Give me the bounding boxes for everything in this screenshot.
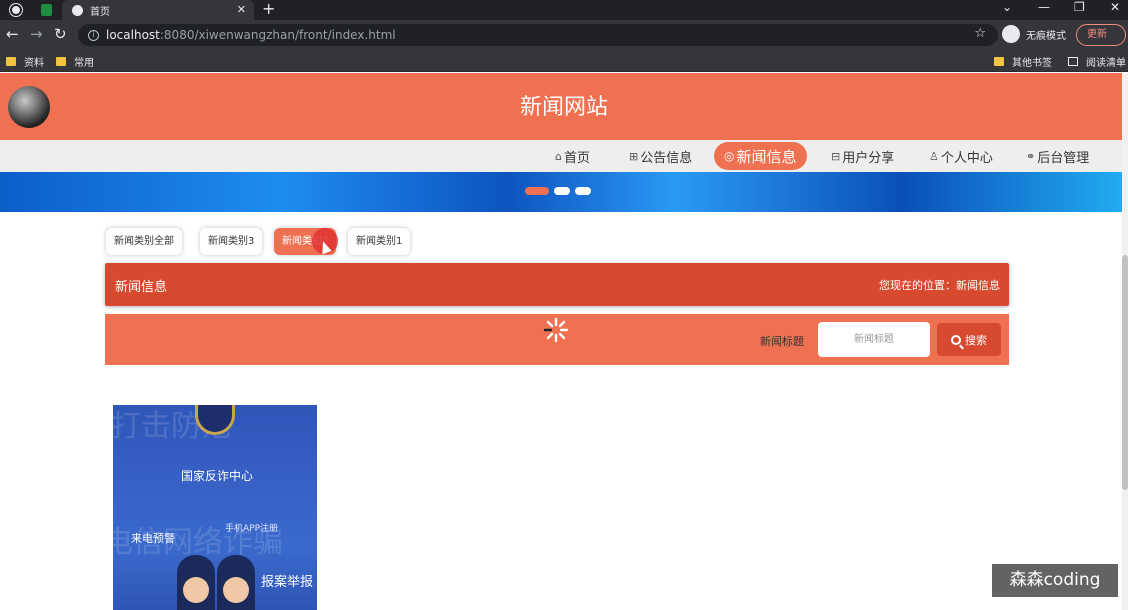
sheets-icon	[40, 4, 52, 16]
main-nav: ⌂ 首页 ⊞ 公告信息 ◎ 新闻信息 ⊟ 用户分享 ♙ 个人中心 ⚭ 后台管理	[0, 140, 1128, 172]
globe-icon	[72, 4, 83, 16]
carousel-dot[interactable]	[554, 187, 570, 195]
browser-tab-strip: 首页 ✕ + ⌄ — ❐ ✕	[0, 0, 1128, 20]
url-path: :8080/xiwenwangzhan/front/index.html	[159, 28, 396, 42]
incognito-label: 无痕模式	[1026, 30, 1066, 42]
bookmark-label: 资料	[24, 58, 44, 69]
category-3[interactable]: 新闻类别3	[200, 228, 263, 255]
category-1[interactable]: 新闻类别1	[348, 228, 411, 255]
update-label: 更新	[1087, 29, 1107, 40]
image-caption: 来电预警	[131, 532, 175, 545]
panel-icon: ⊟	[831, 149, 841, 163]
nav-label: 用户分享	[842, 150, 895, 166]
nav-item-news[interactable]: ◎ 新闻信息	[714, 142, 807, 170]
police-face	[223, 577, 249, 603]
tab-search-icon[interactable]: ⌄	[1002, 0, 1012, 14]
active-tab[interactable]: 首页 ✕	[62, 0, 254, 20]
bookmarks-bar: 资料 常用 其他书签 阅读清单	[0, 50, 1128, 72]
bookmark-label: 阅读清单	[1086, 58, 1126, 69]
folder-icon	[6, 57, 16, 66]
nav-label: 新闻信息	[736, 147, 797, 166]
folder-icon	[994, 57, 1004, 66]
bookmark-label: 常用	[74, 58, 94, 69]
sheets-tab[interactable]	[32, 0, 60, 20]
breadcrumb: 您现在的位置：新闻信息	[879, 279, 1000, 292]
tab-title: 首页	[90, 6, 110, 18]
bookmark-folder-ziliao[interactable]: 资料	[6, 54, 44, 69]
search-button[interactable]: 搜索	[937, 323, 1001, 356]
section-title: 新闻信息	[115, 280, 168, 295]
image-caption: 手机APP注册	[225, 524, 279, 534]
section-title-bar: 新闻信息 您现在的位置：新闻信息	[105, 263, 1009, 306]
carousel-dot-active[interactable]	[525, 187, 549, 195]
nav-label: 后台管理	[1037, 150, 1090, 166]
news-thumbnail[interactable]: 打击防范 电信网络诈骗 国家反诈中心 手机APP注册 来电预警 报案举报	[113, 405, 317, 610]
update-button[interactable]: 更新 ⋮	[1076, 24, 1126, 60]
carousel-dot[interactable]	[575, 187, 591, 195]
nav-label: 首页	[563, 150, 590, 166]
nav-item-user-share[interactable]: ⊟ 用户分享	[831, 140, 894, 172]
reload-button[interactable]: ↻	[54, 24, 67, 44]
nav-item-profile[interactable]: ♙ 个人中心	[929, 140, 993, 172]
url-host: localhost	[106, 28, 160, 42]
video-watermark: 森森coding	[992, 564, 1118, 597]
site-header: 新闻网站	[0, 73, 1128, 140]
bookmark-folder-changyong[interactable]: 常用	[56, 54, 94, 69]
image-caption: 国家反诈中心	[181, 469, 254, 483]
search-button-label: 搜索	[965, 333, 987, 347]
site-title: 新闻网站	[519, 95, 608, 120]
address-toolbar: ← → ↻ i localhost:8080/xiwenwangzhan/fro…	[0, 20, 1128, 60]
nav-label: 公告信息	[640, 150, 693, 166]
other-bookmarks[interactable]: 其他书签	[994, 54, 1052, 69]
link-icon: ⚭	[1026, 149, 1036, 163]
restore-button[interactable]: ❐	[1074, 0, 1085, 14]
reading-list[interactable]: 阅读清单	[1068, 54, 1126, 69]
folder-icon	[56, 57, 66, 66]
back-button[interactable]: ←	[6, 24, 19, 44]
new-tab-button[interactable]: +	[262, 0, 275, 18]
minimize-button[interactable]: —	[1038, 0, 1050, 14]
loading-spinner-icon	[543, 317, 569, 343]
user-icon: ♙	[929, 149, 939, 163]
close-tab-icon[interactable]: ✕	[237, 3, 246, 16]
pinned-tab[interactable]	[2, 0, 30, 20]
incognito-icon	[1002, 25, 1020, 43]
bookmark-label: 其他书签	[1012, 58, 1052, 69]
image-caption: 报案举报	[261, 575, 314, 590]
nav-item-announcements[interactable]: ⊞ 公告信息	[629, 140, 692, 172]
close-window-button[interactable]: ✕	[1110, 0, 1120, 14]
scrollbar-thumb[interactable]	[1122, 255, 1128, 490]
reading-list-icon	[1068, 57, 1078, 66]
page-viewport: 新闻网站 ⌂ 首页 ⊞ 公告信息 ◎ 新闻信息 ⊟ 用户分享 ♙ 个人中心 ⚭ …	[0, 73, 1128, 610]
search-input[interactable]	[818, 322, 930, 357]
address-bar[interactable]: i localhost:8080/xiwenwangzhan/front/ind…	[78, 24, 998, 46]
category-all[interactable]: 新闻类别全部	[106, 228, 182, 255]
circle-icon: ◎	[724, 149, 735, 163]
nav-label: 个人中心	[940, 150, 993, 166]
bookmark-star-icon[interactable]: ☆	[974, 26, 986, 41]
carousel-banner[interactable]	[0, 172, 1128, 212]
search-label: 新闻标题	[760, 335, 804, 348]
forward-button[interactable]: →	[30, 24, 43, 44]
search-icon	[951, 334, 961, 345]
info-icon[interactable]: i	[88, 29, 99, 41]
grid-icon: ⊞	[629, 149, 639, 163]
nav-item-home[interactable]: ⌂ 首页	[555, 140, 590, 172]
globe-icon	[10, 4, 22, 16]
nav-item-admin[interactable]: ⚭ 后台管理	[1026, 140, 1089, 172]
police-face	[183, 577, 209, 603]
home-icon: ⌂	[555, 149, 562, 163]
incognito-indicator[interactable]: 无痕模式	[1002, 25, 1066, 43]
